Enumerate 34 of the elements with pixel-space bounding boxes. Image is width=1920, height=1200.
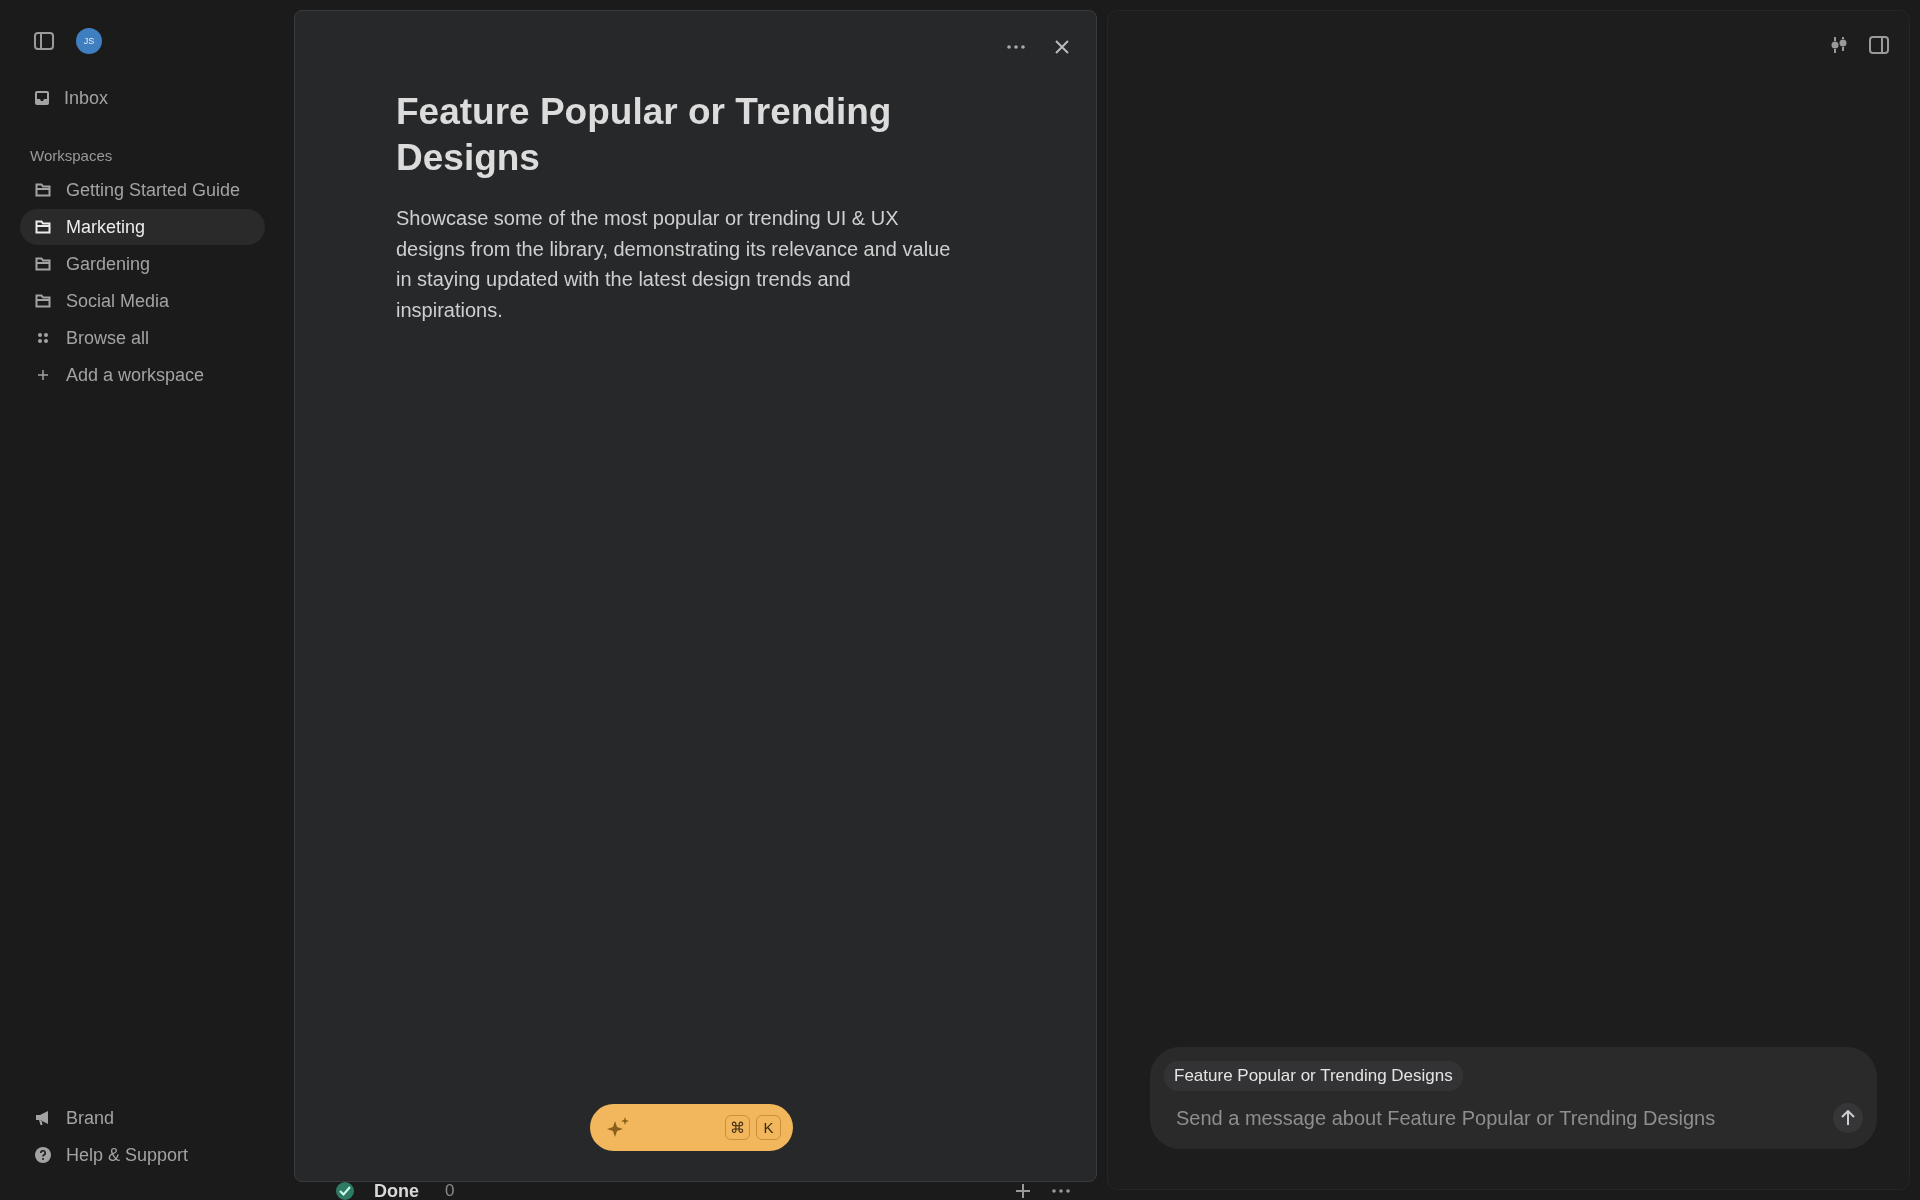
arrow-up-icon (1841, 1110, 1855, 1126)
document-body: Showcase some of the most popular or trending UI & UX designs from the library, demonstrating its relevance and value in staying updated with the latest design trends and inspirations. (396, 206, 952, 323)
sidebar-item[interactable]: Add a workspace (20, 357, 265, 393)
sidebar-item[interactable]: Browse all (20, 320, 265, 356)
message-field[interactable]: Send a message about Feature Popular or Trending Designs (1174, 1101, 1823, 1135)
footer-link[interactable]: Brand (20, 1100, 265, 1136)
section-heading: Workspaces (29, 147, 114, 164)
sidebar-item[interactable]: Social Media (20, 283, 265, 319)
plus-icon (37, 369, 49, 381)
dots-grid-icon (37, 332, 49, 344)
group-label: Done (374, 1182, 419, 1200)
done-status-icon (336, 1182, 354, 1200)
user-avatar[interactable]: JS (76, 28, 102, 54)
help-icon (35, 1147, 51, 1163)
sidebar-toggle-icon[interactable] (32, 29, 56, 53)
message-composer[interactable]: Feature Popular or Trending Designs Send a message about Feature Popular or Trending Designs (1150, 1047, 1877, 1149)
inbox-item[interactable]: Inbox (20, 80, 265, 116)
send-button[interactable] (1833, 1103, 1863, 1133)
folder-icon (35, 294, 51, 308)
inbox-icon (34, 90, 50, 106)
ai-assistant-button[interactable]: ⌘ K (590, 1104, 793, 1151)
sidebar-item[interactable]: Getting Started Guide (20, 172, 265, 208)
footer-link[interactable]: Help & Support (20, 1137, 265, 1173)
folder-icon (35, 220, 51, 234)
sidebar-item[interactable]: Marketing (20, 209, 265, 245)
shortcut-key: K (756, 1115, 781, 1140)
group-count: 0 (445, 1182, 455, 1200)
folder-icon (35, 257, 51, 271)
folder-icon (35, 183, 51, 197)
shortcut-key: ⌘ (725, 1115, 750, 1140)
context-chip: Feature Popular or Trending Designs (1164, 1061, 1463, 1091)
panel-toggle-icon[interactable] (1867, 33, 1891, 57)
sidebar-item[interactable]: Gardening (20, 246, 265, 282)
document-title: Feature Popular or Trending Designs (396, 90, 893, 180)
